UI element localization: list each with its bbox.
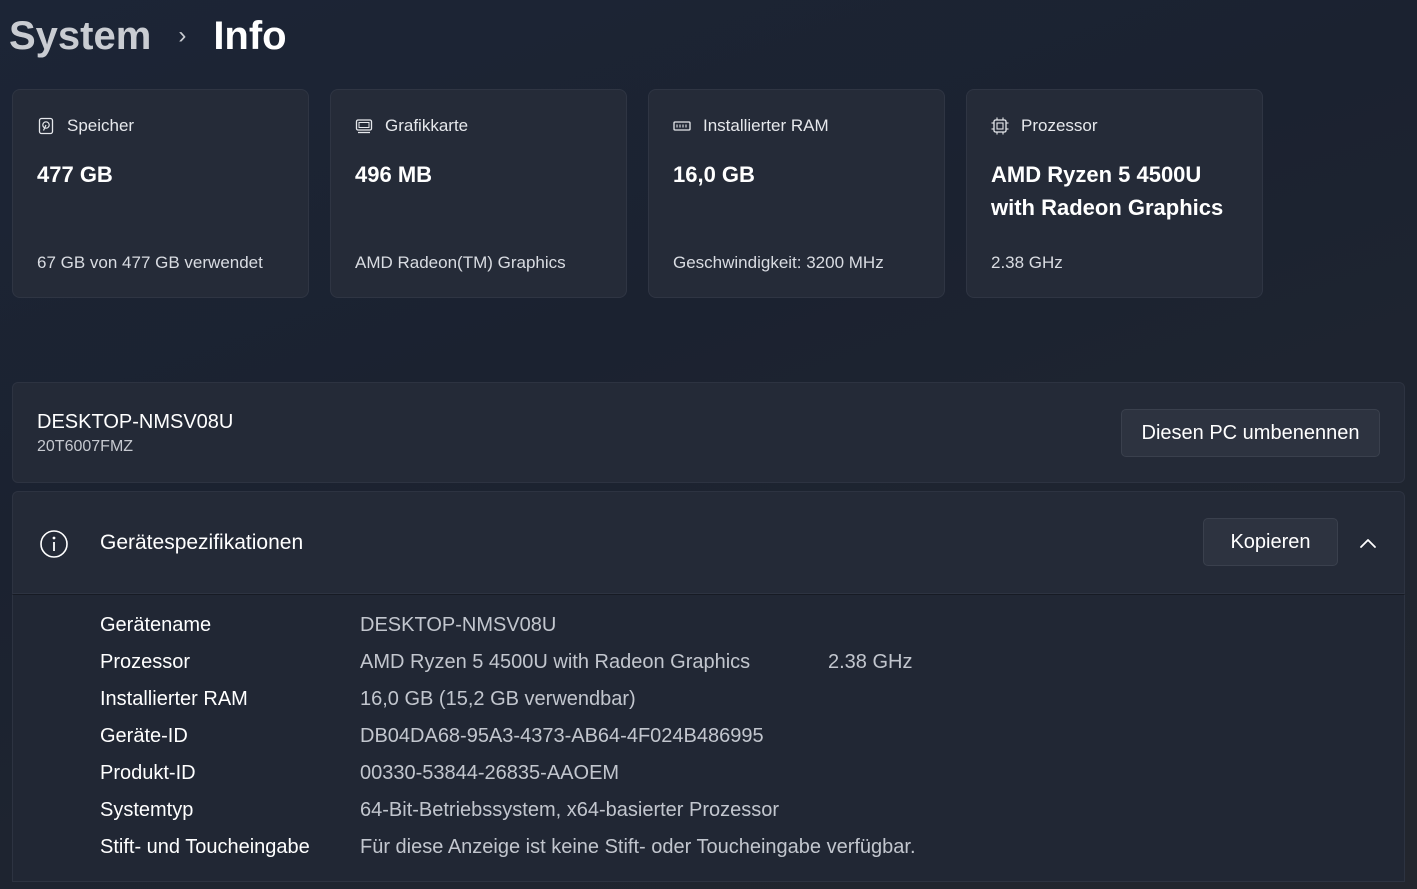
device-specs-title: Gerätespezifikationen xyxy=(100,531,304,554)
info-icon xyxy=(40,530,68,558)
spec-row-device-id: Geräte-ID DB04DA68-95A3-4373-AB64-4F024B… xyxy=(100,721,764,751)
spec-label: Installierter RAM xyxy=(100,687,248,710)
spec-value[interactable]: 64-Bit-Betriebssystem, x64-basierter Pro… xyxy=(360,799,779,822)
breadcrumb: System › Info xyxy=(9,8,287,64)
gpu-card-header: Grafikkarte xyxy=(355,116,468,136)
cpu-card-subtitle: 2.38 GHz xyxy=(991,253,1063,272)
gpu-card-subtitle: AMD Radeon(TM) Graphics xyxy=(355,253,566,272)
spec-row-processor: Prozessor AMD Ryzen 5 4500U with Radeon … xyxy=(100,647,1100,677)
ram-card-header: Installierter RAM xyxy=(673,116,829,136)
storage-card-title: Speicher xyxy=(67,116,135,135)
spec-row-installed-ram: Installierter RAM 16,0 GB (15,2 GB verwe… xyxy=(100,684,636,714)
storage-card-subtitle: 67 GB von 477 GB verwendet xyxy=(37,253,263,272)
spec-label: Geräte-ID xyxy=(100,724,188,747)
cpu-card[interactable]: Prozessor AMD Ryzen 5 4500U with Radeon … xyxy=(966,89,1263,298)
breadcrumb-chevron-icon: › xyxy=(178,22,187,49)
gpu-card-title: Grafikkarte xyxy=(385,116,469,135)
spec-value[interactable]: 00330-53844-26835-AAOEM xyxy=(360,762,619,785)
spec-row-product-id: Produkt-ID 00330-53844-26835-AAOEM xyxy=(100,758,619,788)
cpu-card-title: Prozessor xyxy=(1021,116,1098,135)
device-name: DESKTOP-NMSV08U xyxy=(37,411,234,433)
device-specs-list: Gerätename DESKTOP-NMSV08U Prozessor AMD… xyxy=(12,594,1405,882)
drive-icon xyxy=(38,117,54,135)
gpu-card[interactable]: Grafikkarte 496 MB AMD Radeon(TM) Graphi… xyxy=(330,89,627,298)
spec-row-pen-touch: Stift- und Toucheingabe Für diese Anzeig… xyxy=(100,832,916,862)
ram-card-value: 16,0 GB xyxy=(673,162,755,187)
ram-card-title: Installierter RAM xyxy=(703,116,829,135)
chevron-up-icon[interactable] xyxy=(1356,532,1380,556)
storage-card-header: Speicher xyxy=(37,116,134,136)
spec-label: Produkt-ID xyxy=(100,761,196,784)
spec-label: Prozessor xyxy=(100,650,191,673)
breadcrumb-system-link[interactable]: System xyxy=(9,14,151,59)
gpu-card-value: 496 MB xyxy=(355,162,433,187)
spec-value[interactable]: AMD Ryzen 5 4500U with Radeon Graphics xyxy=(360,651,750,674)
spec-label: Gerätename xyxy=(100,613,212,636)
device-name-row: DESKTOP-NMSV08U 20T6007FMZ Diesen PC umb… xyxy=(12,382,1405,483)
cpu-icon xyxy=(991,117,1009,135)
storage-card-value: 477 GB xyxy=(37,162,113,187)
spec-value-speed[interactable]: 2.38 GHz xyxy=(828,651,912,674)
spec-row-system-type: Systemtyp 64-Bit-Betriebssystem, x64-bas… xyxy=(100,795,779,825)
spec-value[interactable]: Für diese Anzeige ist keine Stift- oder … xyxy=(360,836,916,859)
page-title: Info xyxy=(213,13,287,58)
spec-value[interactable]: DESKTOP-NMSV08U xyxy=(360,614,556,637)
spec-value[interactable]: DB04DA68-95A3-4373-AB64-4F024B486995 xyxy=(360,725,764,748)
ram-icon xyxy=(673,121,691,131)
device-specs-header[interactable]: Gerätespezifikationen Kopieren xyxy=(12,491,1405,594)
ram-card[interactable]: Installierter RAM 16,0 GB Geschwindigkei… xyxy=(648,89,945,298)
copy-button[interactable]: Kopieren xyxy=(1203,518,1338,566)
storage-card[interactable]: Speicher 477 GB 67 GB von 477 GB verwend… xyxy=(12,89,309,298)
spec-value[interactable]: 16,0 GB (15,2 GB verwendbar) xyxy=(360,688,636,711)
gpu-icon xyxy=(355,119,373,134)
device-model: 20T6007FMZ xyxy=(37,438,134,455)
spec-row-device-name: Gerätename DESKTOP-NMSV08U xyxy=(100,610,556,640)
ram-card-subtitle: Geschwindigkeit: 3200 MHz xyxy=(673,253,884,272)
cpu-card-value: AMD Ryzen 5 4500U with Radeon Graphics xyxy=(991,162,1224,220)
cpu-card-header: Prozessor xyxy=(991,116,1098,136)
spec-label: Stift- und Toucheingabe xyxy=(100,835,310,858)
spec-label: Systemtyp xyxy=(100,798,194,821)
rename-pc-button[interactable]: Diesen PC umbenennen xyxy=(1121,409,1380,457)
